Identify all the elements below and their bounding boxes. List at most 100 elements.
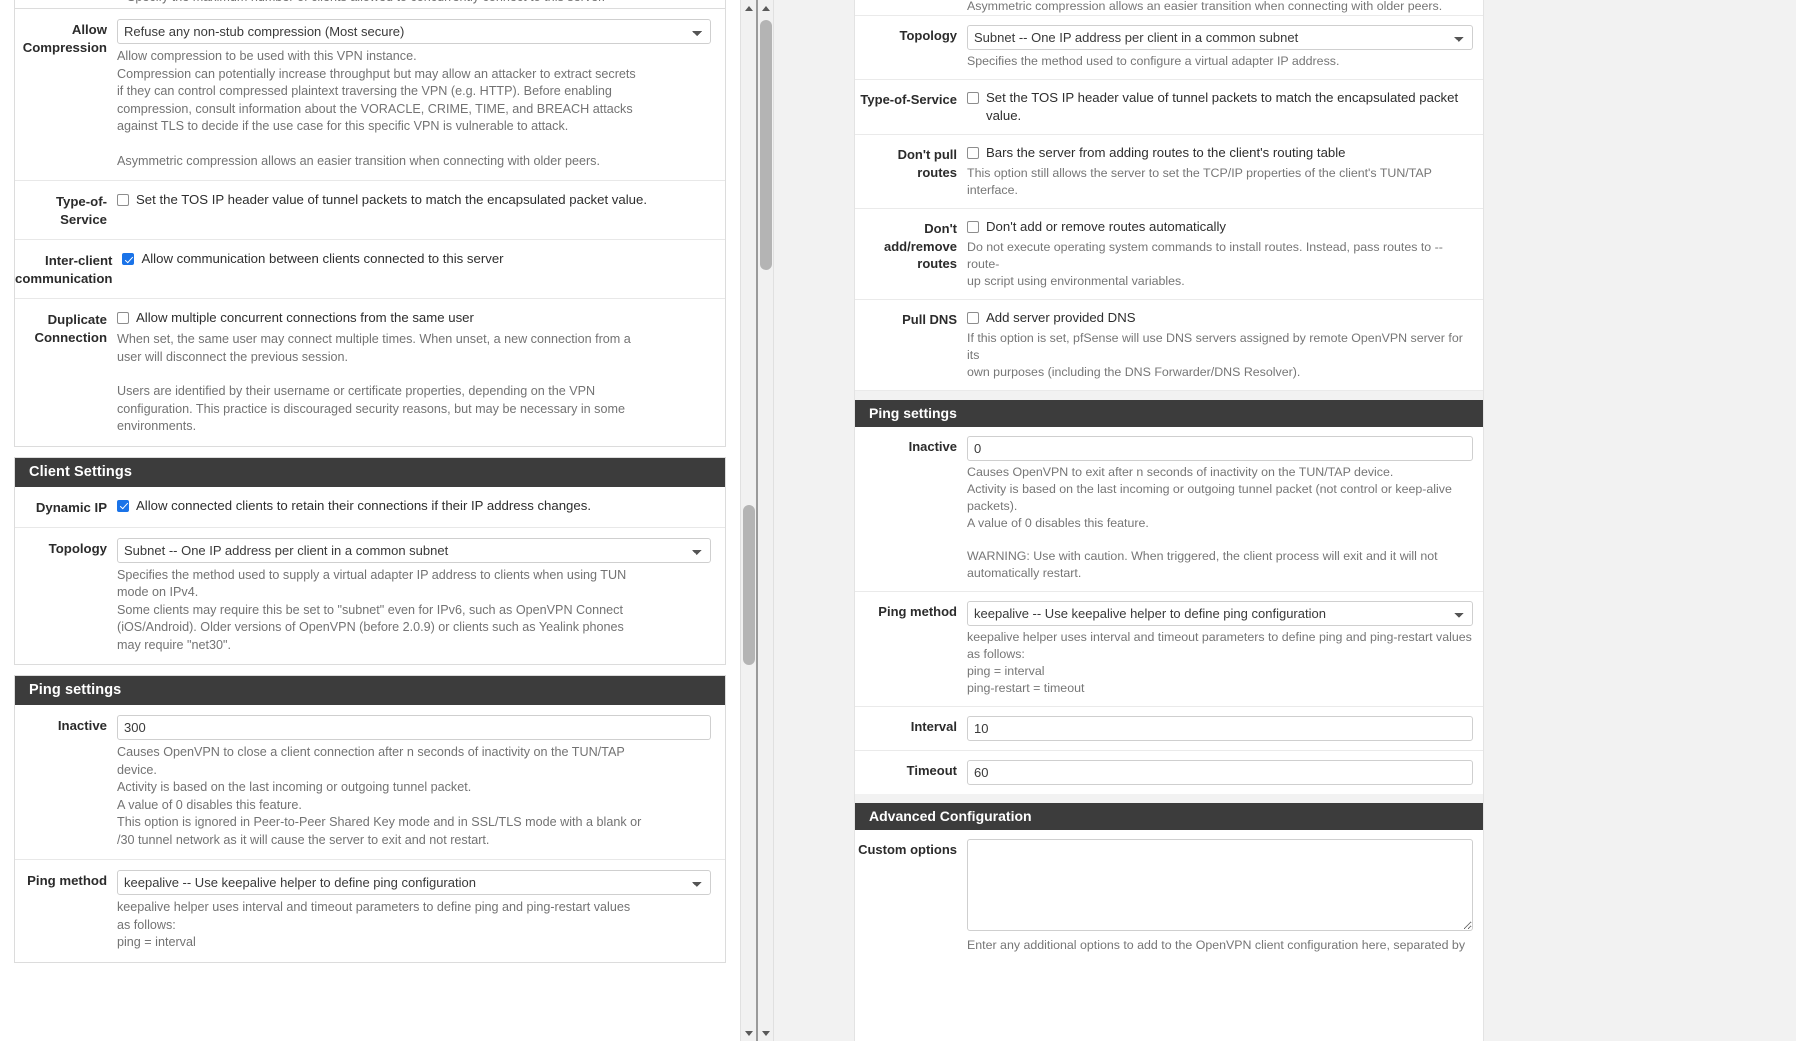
left-server-settings-card: Allow Compression Refuse any non-stub co… — [14, 8, 726, 447]
section-gap — [0, 665, 740, 675]
help-line: configuration. This practice is discoura… — [117, 401, 625, 416]
help-dont-add-remove-routes: Do not execute operating system commands… — [967, 239, 1473, 290]
duplicate-connection-checkbox-row[interactable]: Allow multiple concurrent connections fr… — [117, 309, 711, 327]
type-of-service-checkbox-label: Set the TOS IP header value of tunnel pa… — [986, 90, 1459, 123]
allow-compression-select[interactable]: Refuse any non-stub compression (Most se… — [117, 19, 711, 44]
help-line: against TLS to decide if the use case fo… — [117, 119, 569, 133]
left-ping-settings-card: Ping settings Inactive Causes OpenVPN to… — [14, 675, 726, 963]
pull-dns-checkbox-row[interactable]: Add server provided DNS — [967, 309, 1473, 327]
ping-method-select[interactable]: keepalive -- Use keepalive helper to def… — [967, 601, 1473, 626]
inter-client-communication-checkbox-row[interactable]: Allow communication between clients conn… — [122, 250, 711, 268]
label-dynamic-ip: Dynamic IP — [35, 499, 107, 515]
section-header-advanced-configuration: Advanced Configuration — [855, 803, 1483, 830]
section-gap — [855, 794, 1483, 803]
label-ping-method: Ping method — [878, 604, 957, 619]
help-line: A value of 0 disables this feature. — [117, 797, 302, 812]
row-pull-dns: Pull DNS Add server provided DNS If this… — [855, 300, 1483, 391]
dynamic-ip-checkbox-row[interactable]: Allow connected clients to retain their … — [117, 497, 711, 515]
right-scrollbar[interactable] — [758, 0, 774, 1041]
help-line: Allow compression to be used with this V… — [117, 49, 417, 63]
custom-options-textarea[interactable] — [967, 839, 1473, 931]
help-spacer — [117, 136, 711, 153]
inactive-input[interactable] — [117, 715, 711, 740]
left-pane-content: Specify the maximum number of clients al… — [0, 0, 740, 1041]
label-type-of-service: Type-of-Service — [860, 92, 957, 107]
dont-add-remove-routes-checkbox-row[interactable]: Don't add or remove routes automatically — [967, 218, 1473, 236]
interval-input[interactable] — [967, 716, 1473, 741]
row-dont-pull-routes: Don't pull routes Bars the server from a… — [855, 135, 1483, 209]
label-inactive: Inactive — [57, 718, 107, 733]
right-bottom-cut-text: Enter any additional options to add to t… — [967, 940, 1466, 952]
help-inactive: Causes OpenVPN to exit after n seconds o… — [967, 464, 1473, 582]
row-inter-client-communication: Inter-client communication Allow communi… — [15, 240, 725, 299]
row-allow-compression: Allow Compression Refuse any non-stub co… — [15, 9, 725, 181]
row-topology: Topology Subnet -- One IP address per cl… — [15, 528, 725, 665]
left-scrollbar[interactable] — [740, 0, 756, 1041]
dont-add-remove-routes-checkbox[interactable] — [967, 221, 979, 233]
topology-select[interactable]: Subnet -- One IP address per client in a… — [967, 25, 1473, 50]
help-line: environments. — [117, 419, 197, 433]
help-line: Users are identified by their username o… — [117, 384, 596, 398]
label-custom-options: Custom options — [858, 842, 957, 857]
right-top-cut-text: Asymmetric compression allows an easier … — [967, 0, 1443, 13]
help-line: up script using environmental variables. — [967, 274, 1185, 288]
help-dont-pull-routes: This option still allows the server to s… — [967, 165, 1473, 199]
inter-client-communication-checkbox[interactable] — [122, 253, 135, 265]
scroll-up-arrow-icon[interactable] — [741, 0, 756, 16]
help-spacer — [117, 366, 711, 383]
right-top-cut-row: Asymmetric compression allows an easier … — [855, 0, 1483, 16]
pull-dns-checkbox[interactable] — [967, 312, 979, 324]
help-line: Asymmetric compression allows an easier … — [117, 153, 600, 168]
right-advanced-configuration-card: Advanced Configuration Custom options En… — [855, 803, 1483, 958]
help-line: ping = interval — [967, 664, 1045, 678]
left-top-cut-row: Specify the maximum number of clients al… — [14, 0, 726, 8]
row-custom-options: Custom options — [855, 830, 1483, 940]
help-line: WARNING: Use with caution. When triggere… — [967, 549, 1438, 563]
left-scrollbar-thumb[interactable] — [743, 505, 755, 665]
left-browser-pane: Specify the maximum number of clients al… — [0, 0, 756, 1041]
dynamic-ip-checkbox[interactable] — [117, 499, 129, 512]
dual-window-screen: Specify the maximum number of clients al… — [0, 0, 1796, 1041]
dont-pull-routes-checkbox[interactable] — [967, 147, 979, 159]
type-of-service-checkbox[interactable] — [117, 194, 129, 206]
help-line: Activity is based on the last incoming o… — [967, 482, 1452, 496]
help-line: compression, consult information about t… — [117, 101, 633, 116]
inactive-input[interactable] — [967, 436, 1473, 461]
section-gap — [0, 446, 740, 457]
row-type-of-service: Type-of-Service Set the TOS IP header va… — [15, 181, 725, 240]
scroll-down-arrow-icon[interactable] — [741, 1025, 756, 1041]
right-bottom-cut-row: Enter any additional options to add to t… — [855, 940, 1483, 958]
help-line: This option still allows the server to s… — [967, 166, 1432, 180]
inter-client-communication-checkbox-label: Allow communication between clients conn… — [141, 251, 504, 266]
ping-method-select[interactable]: keepalive -- Use keepalive helper to def… — [117, 870, 711, 895]
row-dynamic-ip: Dynamic IP Allow connected clients to re… — [15, 487, 725, 528]
timeout-input[interactable] — [967, 760, 1473, 785]
type-of-service-checkbox-row[interactable]: Set the TOS IP header value of tunnel pa… — [117, 191, 711, 209]
help-line: Causes OpenVPN to close a client connect… — [117, 745, 625, 759]
scroll-up-arrow-icon[interactable] — [758, 0, 774, 16]
help-line: if they can control compressed plaintext… — [117, 84, 612, 98]
dont-add-remove-routes-checkbox-label: Don't add or remove routes automatically — [986, 219, 1227, 234]
help-line: packets). — [967, 499, 1018, 513]
row-dont-add-remove-routes: Don't add/remove routes Don't add or rem… — [855, 209, 1483, 300]
scroll-down-arrow-icon[interactable] — [758, 1025, 774, 1041]
dont-pull-routes-checkbox-label: Bars the server from adding routes to th… — [986, 145, 1346, 160]
section-header-ping-settings: Ping settings — [855, 400, 1483, 427]
duplicate-connection-checkbox-label: Allow multiple concurrent connections fr… — [136, 310, 474, 325]
dont-pull-routes-checkbox-row[interactable]: Bars the server from adding routes to th… — [967, 144, 1473, 162]
help-line: keepalive helper uses interval and timeo… — [967, 630, 1472, 644]
row-ping-method: Ping method keepalive -- Use keepalive h… — [855, 592, 1483, 707]
help-pull-dns: If this option is set, pfSense will use … — [967, 330, 1473, 381]
type-of-service-checkbox[interactable] — [967, 92, 979, 104]
topology-select[interactable]: Subnet -- One IP address per client in a… — [117, 537, 711, 563]
label-dont-pull-routes: Don't pull routes — [897, 147, 957, 180]
help-line: own purposes (including the DNS Forwarde… — [967, 365, 1301, 379]
help-line: as follows: — [117, 917, 176, 932]
type-of-service-checkbox-row[interactable]: Set the TOS IP header value of tunnel pa… — [967, 89, 1473, 125]
help-ping-method: keepalive helper uses interval and timeo… — [117, 899, 711, 952]
help-duplicate-connection: When set, the same user may connect mult… — [117, 331, 711, 436]
label-dont-add-remove-routes: Don't add/remove routes — [884, 221, 957, 271]
right-scrollbar-thumb[interactable] — [760, 20, 772, 270]
duplicate-connection-checkbox[interactable] — [117, 312, 129, 324]
help-line: Activity is based on the last incoming o… — [117, 780, 472, 794]
